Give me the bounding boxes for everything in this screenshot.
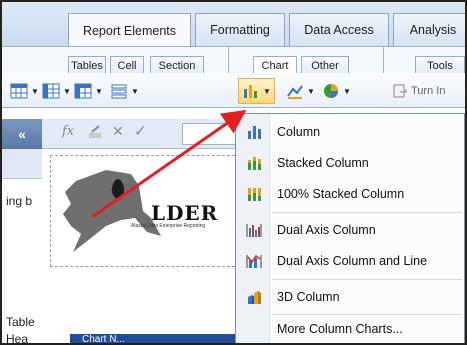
turn-into-icon bbox=[393, 84, 407, 98]
menu-item-column[interactable]: Column bbox=[237, 117, 464, 147]
subtab-tools[interactable]: Tools bbox=[415, 56, 465, 74]
chevron-down-icon: ▼ bbox=[31, 86, 39, 96]
menu-item-label: Dual Axis Column and Line bbox=[277, 254, 428, 268]
cancel-icon[interactable]: ✕ bbox=[112, 123, 124, 140]
menu-separator bbox=[272, 212, 462, 213]
dual-axis-column-line-chart-icon bbox=[246, 254, 262, 268]
menu-item-label: 3D Column bbox=[277, 290, 340, 304]
chevron-down-icon: ▼ bbox=[263, 86, 271, 96]
form-icon bbox=[111, 84, 127, 99]
menu-item-label: Column bbox=[277, 125, 321, 139]
vertical-table-icon bbox=[42, 83, 60, 99]
column-chart-icon bbox=[244, 85, 257, 98]
left-panel-strip bbox=[2, 149, 42, 179]
percent-stacked-column-chart-icon bbox=[248, 188, 261, 201]
line-chart-button[interactable]: ▼ bbox=[286, 80, 315, 102]
subtab-tables[interactable]: Tables bbox=[68, 56, 106, 74]
menu-separator bbox=[272, 279, 462, 280]
logo-tagline: Alaska Data Enterprise Reporting bbox=[131, 223, 206, 229]
chevron-down-icon: ▼ bbox=[63, 86, 71, 96]
line-chart-icon bbox=[287, 85, 303, 99]
formula-editor-icon[interactable] bbox=[88, 124, 104, 143]
tab-formatting[interactable]: Formatting bbox=[195, 13, 285, 46]
chevron-down-icon: ▼ bbox=[131, 86, 139, 96]
turn-into-button[interactable]: Turn In bbox=[392, 80, 445, 102]
sub-tab-strip: Tables Cell Section Chart Other Tools bbox=[2, 46, 465, 74]
menu-item-dual-axis-column[interactable]: Dual Axis Column bbox=[237, 215, 464, 245]
menu-item-3d-column[interactable]: 3D Column bbox=[237, 282, 464, 312]
tab-report-elements[interactable]: Report Elements bbox=[68, 13, 191, 47]
insert-form-button[interactable]: ▼ bbox=[110, 80, 139, 102]
table-icon bbox=[10, 83, 28, 99]
report-text-fragment: Hea bbox=[6, 332, 29, 345]
fx-icon[interactable]: fx bbox=[62, 124, 74, 139]
tab-data-access[interactable]: Data Access bbox=[289, 13, 389, 46]
menu-item-label: More Column Charts... bbox=[277, 322, 403, 336]
application-window: Report Elements Formatting Data Access A… bbox=[0, 0, 467, 345]
menu-item-100-percent-stacked-column[interactable]: 100% Stacked Column bbox=[237, 179, 464, 209]
menu-item-label: Dual Axis Column bbox=[277, 223, 376, 237]
subtab-chart[interactable]: Chart bbox=[253, 56, 297, 74]
validate-icon[interactable]: ✓ bbox=[134, 122, 147, 140]
chevron-down-icon: ▼ bbox=[307, 86, 315, 96]
3d-column-chart-icon bbox=[248, 291, 261, 304]
chevron-down-icon: ▼ bbox=[343, 86, 351, 96]
subtab-section[interactable]: Section bbox=[150, 56, 204, 74]
menu-item-dual-axis-column-and-line[interactable]: Dual Axis Column and Line bbox=[237, 246, 464, 276]
stacked-column-chart-icon bbox=[248, 157, 261, 170]
report-logo-image[interactable]: LDER Alaska Data Enterprise Reporting bbox=[50, 155, 240, 267]
insert-vertical-table-button[interactable]: ▼ bbox=[42, 80, 71, 102]
ribbon-toolbar: ▼ ▼ ▼ ▼ ▼ ▼ ▼ Turn In bbox=[2, 73, 465, 108]
menu-item-stacked-column[interactable]: Stacked Column bbox=[237, 148, 464, 178]
column-chart-dropdown-menu: Column Stacked Column 100% Stacked Colum… bbox=[235, 113, 465, 343]
menu-item-more-column-charts[interactable]: More Column Charts... bbox=[237, 314, 464, 343]
chevron-down-icon: ▼ bbox=[95, 86, 103, 96]
report-text-fragment: Table bbox=[6, 315, 35, 329]
column-chart-icon bbox=[248, 126, 261, 139]
insert-crosstab-button[interactable]: ▼ bbox=[74, 80, 103, 102]
formula-input[interactable] bbox=[182, 123, 242, 145]
logo-wordmark: LDER bbox=[151, 201, 219, 225]
dual-axis-column-chart-icon bbox=[246, 224, 262, 237]
pie-chart-icon bbox=[324, 84, 338, 98]
main-tab-strip: Report Elements Formatting Data Access A… bbox=[2, 2, 465, 47]
menu-item-label: Stacked Column bbox=[277, 156, 369, 170]
menu-item-label: 100% Stacked Column bbox=[277, 187, 405, 201]
pie-chart-button[interactable]: ▼ bbox=[322, 80, 351, 102]
selected-cell-header[interactable]: Chart N... bbox=[70, 334, 238, 343]
insert-table-button[interactable]: ▼ bbox=[10, 80, 39, 102]
collapse-panel-button[interactable]: « bbox=[2, 119, 42, 149]
subtab-other[interactable]: Other bbox=[301, 56, 349, 74]
report-text-fragment: ing b bbox=[6, 194, 33, 208]
crosstab-icon bbox=[74, 83, 92, 99]
subtab-cell[interactable]: Cell bbox=[110, 56, 144, 74]
column-chart-button[interactable]: ▼ bbox=[238, 78, 275, 104]
turn-into-label: Turn In bbox=[411, 85, 446, 97]
tab-analysis[interactable]: Analysis bbox=[393, 13, 465, 46]
